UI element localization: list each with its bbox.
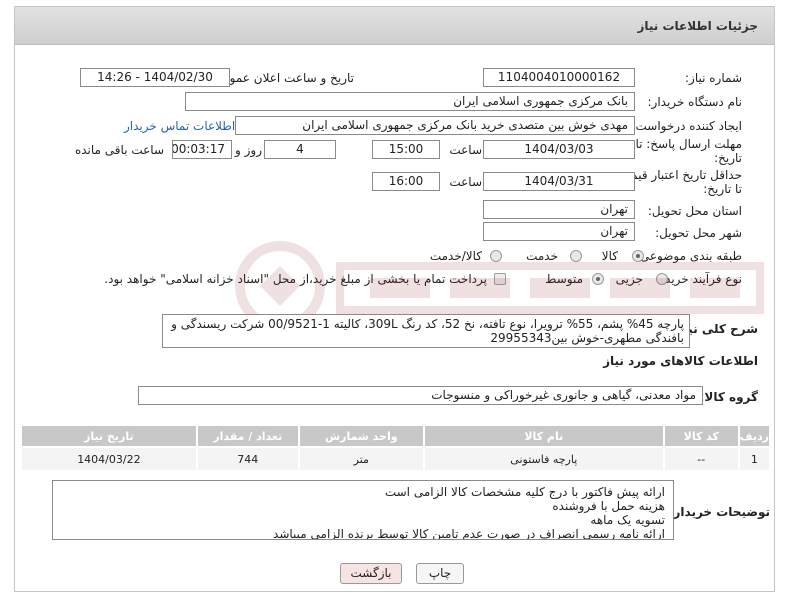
- deadline-time-field: 15:00: [372, 140, 440, 159]
- category-service-label: خدمت: [526, 249, 558, 263]
- valid-date-field: 1404/03/31: [483, 172, 635, 191]
- category-both-label: کالا/خدمت: [429, 249, 482, 263]
- panel-header: جزئیات اطلاعات نیاز: [15, 7, 774, 45]
- cell-quantity: 744: [195, 446, 300, 472]
- page-title: جزئیات اطلاعات نیاز: [637, 19, 758, 33]
- requester-label: ایجاد کننده درخواست:: [631, 119, 742, 133]
- col-quantity: تعداد / مقدار: [195, 424, 300, 448]
- process-label: نوع فرآیند خرید :: [657, 272, 742, 286]
- deadline-time-label: ساعت: [449, 143, 482, 157]
- col-item-code: کد کالا: [662, 424, 740, 448]
- category-radio-both[interactable]: [490, 250, 502, 262]
- buyer-notes-textarea[interactable]: ارائه پیش فاکتور با درج کلیه مشخصات کالا…: [52, 480, 674, 540]
- cell-item-code: --: [662, 446, 740, 472]
- cell-item-name: پارچه فاستونی: [422, 446, 665, 472]
- announce-label: تاریخ و ساعت اعلان عمومی:: [209, 71, 354, 85]
- back-button[interactable]: بازگشت: [340, 563, 402, 584]
- deadline-label: مهلت ارسال پاسخ: تا: [635, 137, 742, 151]
- requester-field: مهدی خوش بین متصدی خرید بانک مرکزی جمهور…: [235, 116, 635, 135]
- goods-table-header: ردیف کد کالا نام کالا واحد شمارش تعداد /…: [20, 424, 772, 448]
- valid-time-label: ساعت: [449, 175, 482, 189]
- process-medium-label: متوسط: [545, 272, 583, 286]
- goods-section-title: اطلاعات کالاهای مورد نیاز: [603, 354, 758, 368]
- category-goods-label: کالا: [601, 249, 618, 263]
- category-radio-goods[interactable]: [632, 250, 644, 262]
- buyer-note-line: هزینه حمل با فروشنده: [552, 499, 665, 513]
- goods-group-field: مواد معدنی، گیاهی و جانوری غیرخوراکی و م…: [138, 386, 703, 405]
- need-number-label: شماره نیاز:: [685, 71, 742, 85]
- buyer-notes-label: توضیحات خریدار:: [668, 505, 770, 519]
- cell-unit: متر: [297, 446, 425, 472]
- province-label: استان محل تحویل:: [647, 204, 742, 218]
- col-need-date: تاریخ نیاز: [20, 424, 198, 448]
- buyer-note-line: تسویه یک ماهه: [590, 513, 665, 527]
- remaining-label: ساعت باقی مانده: [74, 143, 164, 157]
- days-label: روز و: [235, 143, 262, 157]
- table-row[interactable]: 1 -- پارچه فاستونی متر 744 1404/03/22: [20, 446, 772, 472]
- buyer-org-field: بانک مرکزی جمهوری اسلامی ایران: [185, 92, 635, 111]
- col-unit: واحد شمارش: [297, 424, 425, 448]
- process-radio-medium[interactable]: [592, 273, 604, 285]
- province-field: تهران: [483, 200, 635, 219]
- col-row-number: ردیف: [737, 424, 772, 448]
- valid-time-field: 16:00: [372, 172, 440, 191]
- city-label: شهر محل تحویل:: [655, 226, 742, 240]
- cell-row-number: 1: [737, 446, 772, 472]
- process-minor-label: جزیی: [615, 272, 643, 286]
- need-number-field: 1104004010000162: [483, 68, 635, 87]
- buyer-contact-link[interactable]: اطلاعات تماس خریدار: [124, 119, 235, 133]
- goods-group-label: گروه کالا:: [699, 390, 758, 404]
- buyer-note-line: ارائه پیش فاکتور با درج کلیه مشخصات کالا…: [384, 485, 665, 499]
- remaining-time-field: 00:03:17: [172, 140, 232, 159]
- process-radio-minor[interactable]: [656, 273, 668, 285]
- announce-field: 1404/02/30 - 14:26: [80, 68, 230, 87]
- buyer-org-label: نام دستگاه خریدار:: [647, 95, 743, 109]
- deadline-date-field: 1404/03/03: [483, 140, 635, 159]
- category-label: طبقه بندی موضوعی:: [635, 249, 742, 263]
- treasury-payment-note: پرداخت تمام یا بخشی از مبلغ خرید،از محل …: [104, 272, 487, 286]
- cell-need-date: 1404/03/22: [20, 446, 198, 472]
- goods-table: ردیف کد کالا نام کالا واحد شمارش تعداد /…: [20, 424, 772, 472]
- treasury-payment-checkbox[interactable]: [494, 273, 506, 285]
- buyer-note-line: ارائه نامه رسمی انصراف در صورت عدم تامین…: [273, 527, 665, 540]
- city-field: تهران: [483, 222, 635, 241]
- days-field: 4: [264, 140, 336, 159]
- valid-label-date: تا تاریخ:: [703, 182, 742, 196]
- col-item-name: نام کالا: [422, 424, 665, 448]
- description-textarea[interactable]: پارچه 45% پشم، 55% ترویرا، نوع تافته، نخ…: [162, 314, 690, 348]
- category-radio-service[interactable]: [570, 250, 582, 262]
- print-button[interactable]: چاپ: [416, 563, 464, 584]
- deadline-label-date: تاریخ:: [714, 151, 742, 165]
